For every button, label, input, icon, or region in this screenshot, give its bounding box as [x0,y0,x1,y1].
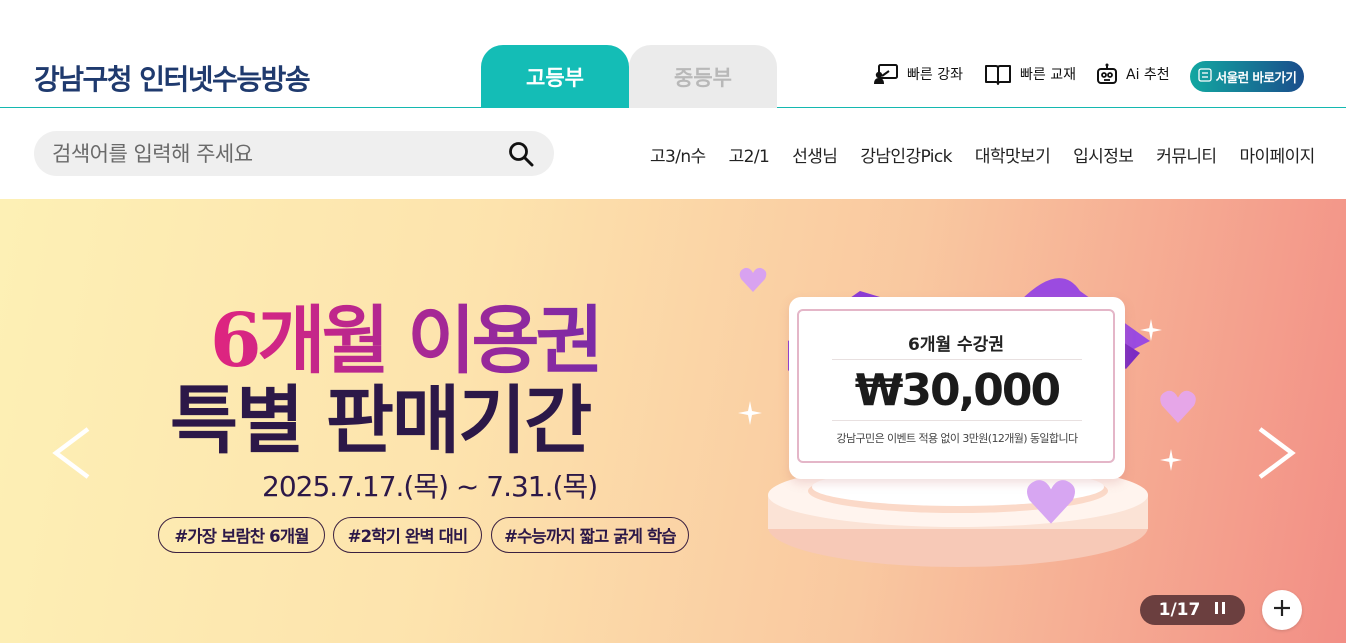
ai-recommend-link[interactable]: Ai 추천 [1096,63,1170,85]
tab-middle-school[interactable]: 중등부 [629,45,777,108]
nav-item-admission-info[interactable]: 입시정보 [1073,142,1134,167]
robot-icon [1096,63,1118,85]
search-icon[interactable] [508,141,534,171]
slide-counter-text: 1/17 [1158,600,1201,620]
hashtag-badge: #가장 보람찬 6개월 [158,517,325,553]
pause-icon[interactable] [1214,600,1226,620]
slide-counter[interactable]: 1/17 [1140,595,1245,625]
quick-lecture-label: 빠른 강좌 [907,67,963,83]
book-icon [984,63,1012,85]
ticket-price: ₩30,000 [854,365,1061,416]
nav-item-community[interactable]: 커뮤니티 [1156,142,1217,167]
ticket-name: 6개월 수강권 [908,335,1004,355]
sparkle-icon [738,401,762,425]
seoul-learn-button[interactable]: 서울런 바로가기 [1190,61,1304,92]
prev-slide-arrow-icon[interactable] [52,427,92,483]
tab-high-school[interactable]: 고등부 [481,45,629,108]
quick-book-link[interactable]: 빠른 교재 [984,63,1076,85]
ai-recommend-label: Ai 추천 [1126,67,1170,83]
heart-icon [1027,480,1075,524]
quick-lecture-link[interactable]: 빠른 강좌 [873,63,963,85]
heart-icon [1160,390,1196,423]
ticket-divider [832,359,1082,360]
sparkle-icon [1160,449,1182,471]
search-input[interactable] [52,131,492,176]
seoul-learn-label: 서울런 바로가기 [1215,70,1297,85]
quick-book-label: 빠른 교재 [1020,67,1076,83]
nav-item-pick[interactable]: 강남인강Pick [860,142,952,167]
top-header: 강남구청 인터넷수능방송 고등부 중등부 빠른 강좌 빠른 교재 Ai 추천 서… [0,0,1346,108]
nav-item-mypage[interactable]: 마이페이지 [1239,142,1315,167]
hashtag-badge: #2학기 완벽 대비 [333,517,482,553]
sparkle-icon [1140,319,1162,341]
next-slide-arrow-icon[interactable] [1256,427,1296,483]
lecture-board-icon [873,63,899,85]
pedestal-graphic [768,467,1148,567]
nav-item-senior[interactable]: 고3/n수 [650,142,706,167]
nav-item-university-preview[interactable]: 대학맛보기 [975,142,1051,167]
banner-date: 2025.7.17.(목) ~ 7.31.(목) [262,470,598,503]
hashtag-badge: #수능까지 짧고 굵게 학습 [491,517,689,553]
plus-icon [1272,598,1292,622]
shortcut-icon [1197,68,1212,85]
view-all-button[interactable] [1262,590,1302,630]
nav-item-teachers[interactable]: 선생님 [792,142,838,167]
site-logo[interactable]: 강남구청 인터넷수능방송 [34,58,311,98]
ticket-note: 강남구민은 이벤트 적용 없이 3만원(12개월) 동일합니다 [836,432,1079,445]
ticket-divider [832,420,1082,421]
page: 강남구청 인터넷수능방송 고등부 중등부 빠른 강좌 빠른 교재 Ai 추천 서… [0,0,1346,643]
nav-item-grade-2-1[interactable]: 고2/1 [729,142,770,167]
banner-title-line2: 특별 판매기간 [170,378,592,464]
heart-icon [739,267,767,292]
main-nav: 고3/n수 고2/1 선생님 강남인강Pick 대학맛보기 입시정보 커뮤니티 … [650,142,1315,167]
promo-banner[interactable]: 6개월 이용권 특별 판매기간 2025.7.17.(목) ~ 7.31.(목)… [0,199,1346,643]
search-box [34,131,554,176]
